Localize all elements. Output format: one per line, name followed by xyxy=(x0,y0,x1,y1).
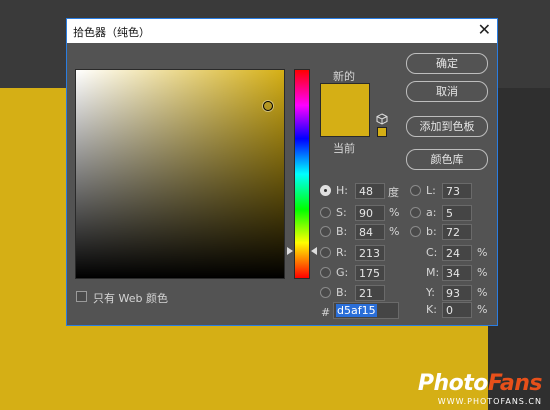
color-picker-handle[interactable] xyxy=(263,101,273,111)
web-safe-color-swatch[interactable] xyxy=(377,127,387,137)
hex-value: d5af15 xyxy=(336,304,377,317)
blue-input[interactable] xyxy=(355,285,385,301)
watermark-logo-photo: Photo xyxy=(417,371,489,396)
hex-label: # xyxy=(321,306,331,319)
lab-a-label: a: xyxy=(426,206,437,219)
cyan-unit: % xyxy=(477,246,488,259)
web-colors-only-label[interactable]: 只有 Web 颜色 xyxy=(93,290,168,306)
watermark-logo: PhotoFans xyxy=(417,371,543,396)
red-input[interactable] xyxy=(355,245,385,261)
lab-b-radio[interactable] xyxy=(410,226,421,237)
hue-unit: 度 xyxy=(388,186,399,199)
cyan-label: C: xyxy=(426,246,438,259)
close-icon[interactable]: ✕ xyxy=(478,20,491,40)
magenta-input[interactable] xyxy=(442,265,472,281)
black-unit: % xyxy=(477,303,488,316)
green-radio[interactable] xyxy=(320,267,331,278)
hue-input[interactable] xyxy=(355,183,385,199)
blue-radio[interactable] xyxy=(320,287,331,298)
black-label: K: xyxy=(426,303,437,316)
lab-a-radio[interactable] xyxy=(410,207,421,218)
blue-label: B: xyxy=(336,286,348,299)
brightness-label: B: xyxy=(336,225,348,238)
brightness-unit: % xyxy=(389,225,400,238)
hue-slider-arrow-left[interactable] xyxy=(287,247,293,255)
saturation-input[interactable] xyxy=(355,205,385,221)
brightness-input[interactable] xyxy=(355,224,385,240)
web-colors-only-checkbox[interactable] xyxy=(76,291,87,302)
saturation-label: S: xyxy=(336,206,347,219)
cancel-button[interactable]: 取消 xyxy=(406,81,488,102)
lab-a-input[interactable] xyxy=(442,205,472,221)
yellow-label: Y: xyxy=(426,286,435,299)
saturation-brightness-field[interactable] xyxy=(75,69,285,279)
red-radio[interactable] xyxy=(320,247,331,258)
red-label: R: xyxy=(336,246,348,259)
yellow-input[interactable] xyxy=(442,285,472,301)
watermark-url: WWW.PHOTOFANS.CN xyxy=(437,397,542,406)
lab-l-input[interactable] xyxy=(442,183,472,199)
lab-l-radio[interactable] xyxy=(410,185,421,196)
cyan-input[interactable] xyxy=(442,245,472,261)
green-input[interactable] xyxy=(355,265,385,281)
dialog-title: 拾色器（纯色） xyxy=(73,26,150,39)
dialog-titlebar[interactable]: 拾色器（纯色） ✕ xyxy=(67,19,497,43)
lab-l-label: L: xyxy=(426,184,436,197)
hue-slider-arrow-right[interactable] xyxy=(311,247,317,255)
hex-input[interactable]: d5af15 xyxy=(333,302,399,319)
brightness-radio[interactable] xyxy=(320,226,331,237)
ok-button[interactable]: 确定 xyxy=(406,53,488,74)
current-color-label: 当前 xyxy=(333,142,355,155)
watermark: PhotoFans WWW.PHOTOFANS.CN xyxy=(417,371,543,407)
color-libraries-button[interactable]: 颜色库 xyxy=(406,149,488,170)
saturation-radio[interactable] xyxy=(320,207,331,218)
color-preview-swatch xyxy=(320,83,370,137)
black-input[interactable] xyxy=(442,302,472,318)
saturation-unit: % xyxy=(389,206,400,219)
magenta-unit: % xyxy=(477,266,488,279)
color-picker-dialog: 拾色器（纯色） ✕ 新的 当前 确定 取消 添加到色板 颜色库 H: 度 S: … xyxy=(66,18,498,326)
yellow-unit: % xyxy=(477,286,488,299)
hue-label: H: xyxy=(336,184,348,197)
magenta-label: M: xyxy=(426,266,440,279)
lab-b-label: b: xyxy=(426,225,437,238)
add-to-swatches-button[interactable]: 添加到色板 xyxy=(406,116,488,137)
watermark-logo-fans: Fans xyxy=(487,371,543,396)
green-label: G: xyxy=(336,266,349,279)
new-color-label: 新的 xyxy=(333,70,355,83)
lab-b-input[interactable] xyxy=(442,224,472,240)
hue-slider[interactable] xyxy=(294,69,310,279)
hue-radio[interactable] xyxy=(320,185,331,196)
cube-icon[interactable] xyxy=(376,113,388,125)
